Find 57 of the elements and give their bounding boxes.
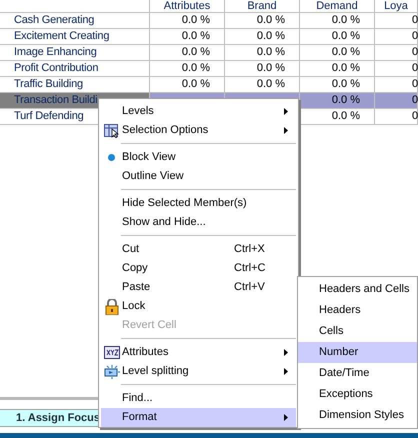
menu-item[interactable]: Dimension Styles: [298, 405, 417, 426]
value-cell-text: 0.0 %: [182, 45, 210, 60]
value-cell-text: 0.0 %: [256, 29, 285, 44]
value-cell-text: 0.0 %: [332, 93, 360, 108]
lock-icon: [104, 298, 118, 314]
menu-item[interactable]: Format: [101, 408, 296, 427]
grid-cursor-icon: [104, 124, 120, 138]
menu-item[interactable]: Headers and Cells: [298, 279, 417, 300]
value-cell-text: 0: [412, 61, 418, 76]
menu-item[interactable]: Lock: [101, 297, 296, 316]
menu-item[interactable]: Number: [298, 342, 417, 363]
value-cell-text: 0.0 %: [332, 77, 360, 92]
value-cell-text: 0: [412, 77, 418, 92]
menu-item[interactable]: Headers: [298, 300, 417, 321]
column-header[interactable]: Attributes: [164, 0, 210, 12]
value-cell-text: 0.0 %: [256, 61, 285, 76]
value-cell-text: 0.0 %: [332, 61, 360, 76]
value-cell-text: 0.0 %: [256, 13, 285, 28]
menu-item[interactable]: Cut Ctrl+X: [101, 240, 296, 259]
value-cell-text: 0: [412, 13, 418, 28]
menu-item[interactable]: Paste Ctrl+V: [101, 278, 296, 297]
menu-item[interactable]: Level splitting: [101, 362, 296, 381]
value-cell-text: 0: [412, 29, 418, 44]
menu-item[interactable]: Date/Time: [298, 363, 417, 384]
value-cell-text: 0.0 %: [332, 109, 360, 124]
value-cell-text: 0.0 %: [182, 61, 210, 76]
menu-item[interactable]: Block View: [101, 148, 296, 167]
row-header[interactable]: Cash Generating: [0, 13, 150, 28]
value-cell-text: 0.0 %: [256, 77, 285, 92]
value-cell-text: 0.0 %: [182, 13, 210, 28]
row-header[interactable]: Excitement Creating: [0, 29, 150, 44]
value-cell-text: 0.0 %: [332, 45, 360, 60]
value-cell-text: 0.0 %: [256, 45, 285, 60]
attributes-icon: [104, 346, 120, 359]
value-cell-text: 0.0 %: [332, 13, 360, 28]
value-cell-text: 0: [412, 109, 418, 124]
row-header[interactable]: Traffic Building: [0, 77, 150, 92]
row-header[interactable]: Image Enhancing: [0, 45, 150, 60]
value-cell-text: 0.0 %: [182, 77, 210, 92]
value-cell-text: 0: [412, 45, 418, 60]
menu-item[interactable]: Copy Ctrl+C: [101, 259, 296, 278]
column-header[interactable]: Loya: [384, 0, 408, 12]
menu-item[interactable]: Hide Selected Member(s): [101, 194, 296, 213]
menu-item[interactable]: Selection Options: [101, 121, 296, 140]
value-cell-text: 0: [412, 93, 418, 108]
split-icon: [104, 364, 120, 380]
menu-item[interactable]: Exceptions: [298, 384, 417, 405]
menu-item[interactable]: Find...: [101, 389, 296, 408]
value-cell-text: 0.0 %: [332, 29, 360, 44]
column-header[interactable]: Demand: [316, 0, 358, 12]
row-header[interactable]: Profit Contribution: [0, 61, 150, 76]
menu-item[interactable]: Attributes: [101, 343, 296, 362]
value-cell-text: 0.0 %: [182, 29, 210, 44]
menu-item[interactable]: Cells: [298, 321, 417, 342]
menu-item[interactable]: Outline View: [101, 167, 296, 186]
menu-item[interactable]: Show and Hide...: [101, 213, 296, 232]
column-header[interactable]: Brand: [247, 0, 277, 12]
